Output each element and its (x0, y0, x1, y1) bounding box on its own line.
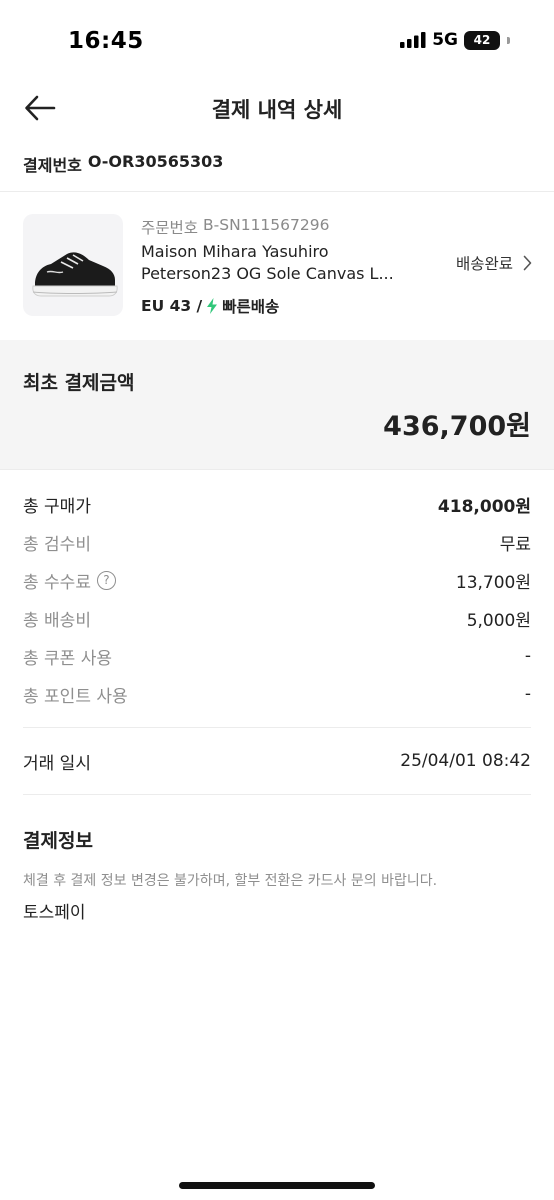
chevron-right-icon (523, 255, 532, 271)
product-image (23, 214, 123, 316)
fee-row-coupon: 총 쿠폰 사용 - (23, 642, 531, 670)
fee-label-with-help: 총 수수료 ? (23, 568, 116, 593)
transaction-row: 거래 일시 25/04/01 08:42 (23, 747, 531, 775)
network-type: 5G (432, 30, 458, 50)
product-option: EU 43 / 빠른배송 (141, 295, 279, 317)
lightning-bolt-icon (207, 298, 218, 314)
signal-icon (400, 32, 426, 48)
status-bar: 16:45 5G 42 (0, 0, 554, 80)
payment-number: 결제번호 O-OR30565303 (23, 152, 223, 176)
status-indicators: 5G 42 (400, 30, 510, 50)
product-size: EU 43 / (141, 297, 203, 315)
fee-label: 총 수수료 (23, 572, 91, 593)
transaction-label: 거래 일시 (23, 753, 91, 774)
fee-label: 총 배송비 (23, 610, 91, 631)
payment-method: 토스페이 (23, 903, 86, 923)
home-indicator (179, 1182, 375, 1189)
fee-value: - (524, 646, 531, 666)
order-number-label: 주문번호 (141, 219, 199, 237)
sneaker-image (32, 252, 118, 297)
initial-payment-panel: 최초 결제금액 436,700원 (0, 340, 554, 470)
order-number-value: B-SN111567296 (203, 216, 330, 234)
payment-info-notice: 체결 후 결제 정보 변경은 불가하며, 할부 전환은 카드사 문의 바랍니다. (23, 873, 438, 889)
fee-label: 총 검수비 (23, 534, 91, 555)
fee-row-inspection: 총 검수비 무료 (23, 528, 531, 556)
transaction-datetime: 25/04/01 08:42 (400, 751, 531, 771)
initial-payment-label: 최초 결제금액 (23, 372, 135, 394)
product-name: Maison Mihara Yasuhiro Peterson23 OG Sol… (141, 241, 421, 285)
battery-cap (507, 36, 510, 44)
fee-label: 총 구매가 (23, 496, 91, 517)
payment-number-label: 결제번호 (23, 156, 82, 175)
fee-value: 13,700원 (455, 572, 531, 593)
divider (0, 469, 554, 470)
payment-number-value: O-OR30565303 (87, 152, 224, 171)
page-title: 결제 내역 상세 (211, 98, 343, 122)
fee-row-shipping: 총 배송비 5,000원 (23, 604, 531, 632)
delivery-status[interactable]: 배송완료 (456, 252, 532, 274)
payment-info-title: 결제정보 (23, 830, 93, 852)
fee-row-commission: 총 수수료 ? 13,700원 (23, 566, 531, 594)
payment-detail-screen: 16:45 5G 42 결제 내역 상세 결제번호 O-OR30565303 주… (0, 0, 554, 1200)
fee-label: 총 쿠폰 사용 (23, 648, 113, 669)
fee-label: 총 포인트 사용 (23, 686, 128, 707)
fee-row-purchase: 총 구매가 418,000원 (23, 490, 531, 518)
initial-payment-amount: 436,700원 (383, 411, 531, 442)
fee-value: 무료 (499, 534, 531, 555)
delivery-type: 빠른배송 (222, 298, 280, 316)
product-name-line1: Maison Mihara Yasuhiro (141, 242, 329, 261)
status-time: 16:45 (68, 28, 144, 54)
product-item[interactable]: 주문번호 B-SN111567296 Maison Mihara Yasuhir… (0, 192, 554, 340)
divider (23, 794, 531, 795)
order-number: 주문번호 B-SN111567296 (141, 216, 329, 238)
delivery-status-label: 배송완료 (455, 255, 513, 273)
battery-level: 42 (473, 33, 491, 47)
fee-value: 418,000원 (437, 496, 531, 517)
product-name-line2: Peterson23 OG Sole Canvas L... (141, 264, 394, 283)
fee-row-points: 총 포인트 사용 - (23, 680, 531, 708)
battery-icon: 42 (464, 30, 500, 50)
question-circle-icon[interactable]: ? (96, 570, 116, 590)
fee-value: - (524, 684, 531, 704)
fee-value: 5,000원 (466, 610, 531, 631)
header: 결제 내역 상세 (0, 80, 554, 136)
divider (23, 727, 531, 728)
